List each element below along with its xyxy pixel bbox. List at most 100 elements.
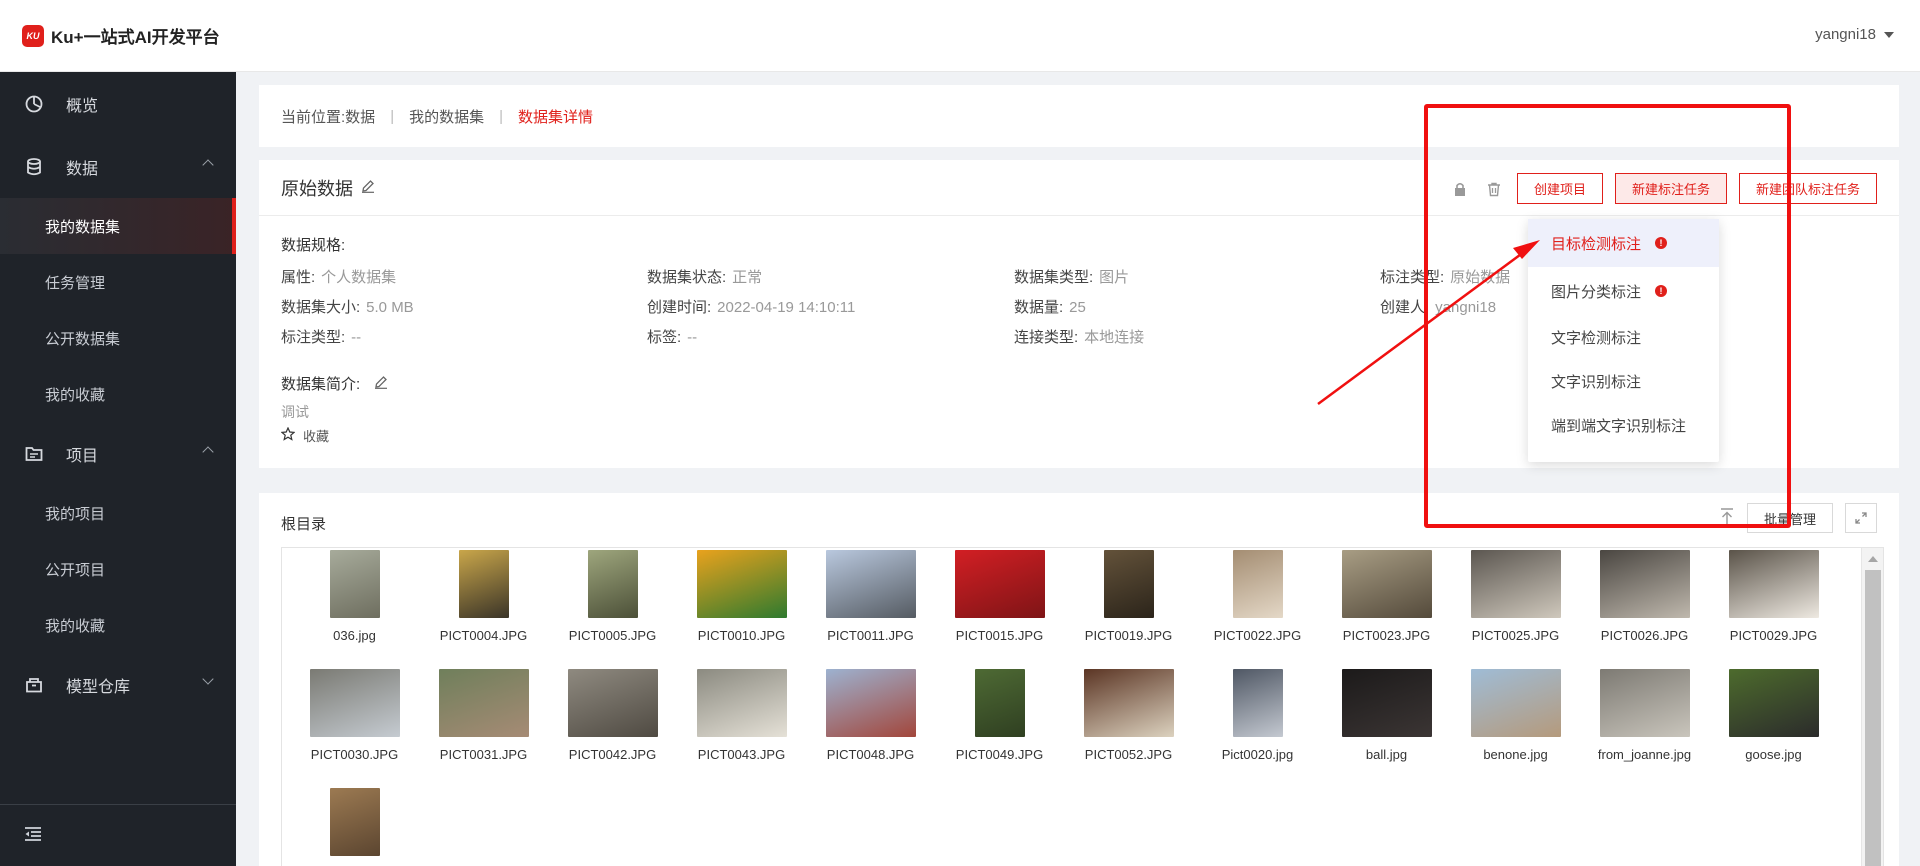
file-name: PICT0023.JPG xyxy=(1342,628,1431,643)
info-value: 5.0 MB xyxy=(366,299,414,316)
sidebar-item-task-management[interactable]: 任务管理 xyxy=(0,254,236,310)
file-thumbnail xyxy=(1341,550,1432,618)
app-title: Ku+一站式AI开发平台 xyxy=(51,28,220,47)
file-name: PICT0029.JPG xyxy=(1729,628,1818,643)
file-tile[interactable]: PICT0004.JPG xyxy=(419,548,548,667)
favorite-label: 收藏 xyxy=(303,429,330,444)
sidebar-item-project-favorites[interactable]: 我的收藏 xyxy=(0,597,236,653)
file-tile[interactable]: PICT0031.JPG xyxy=(419,667,548,786)
info-label: 数据量: xyxy=(1014,299,1064,316)
file-name: PICT0042.JPG xyxy=(568,747,657,762)
file-tile[interactable]: PICT0011.JPG xyxy=(806,548,935,667)
sidebar-group-data[interactable]: 数据 xyxy=(0,135,236,198)
file-tile[interactable]: PICT0019.JPG xyxy=(1064,548,1193,667)
model-icon xyxy=(24,675,44,695)
file-tile[interactable]: PICT0030.JPG xyxy=(290,667,419,786)
info-dataset-type: 数据集类型: 图片 xyxy=(1014,266,1129,287)
file-name: PICT0005.JPG xyxy=(568,628,657,643)
file-tile[interactable]: from_joanne.jpg xyxy=(1580,667,1709,786)
vertical-scrollbar[interactable] xyxy=(1861,548,1883,866)
scroll-up-arrow[interactable] xyxy=(1868,556,1878,562)
file-tile[interactable]: benone.jpg xyxy=(1451,667,1580,786)
file-tile[interactable]: PICT0015.JPG xyxy=(935,548,1064,667)
delete-icon[interactable] xyxy=(1483,178,1505,200)
file-tile[interactable]: PICT0005.JPG xyxy=(548,548,677,667)
breadcrumb-item-my-datasets[interactable]: 我的数据集 xyxy=(409,106,484,127)
sidebar-item-public-datasets[interactable]: 公开数据集 xyxy=(0,310,236,366)
file-tile[interactable] xyxy=(290,786,419,866)
sidebar-group-label: 模型仓库 xyxy=(66,678,131,696)
info-value: yangni18 xyxy=(1435,299,1497,316)
file-name: PICT0015.JPG xyxy=(955,628,1044,643)
sidebar-item-public-projects[interactable]: 公开项目 xyxy=(0,541,236,597)
file-thumbnail xyxy=(458,550,509,618)
file-tile[interactable]: PICT0042.JPG xyxy=(548,667,677,786)
sidebar-group-overview[interactable]: 概览 xyxy=(0,72,236,135)
menu-item-end-to-end-ocr[interactable]: 端到端文字识别标注 xyxy=(1528,403,1719,447)
file-tile[interactable]: PICT0052.JPG xyxy=(1064,667,1193,786)
files-actions: 批量管理 xyxy=(1719,503,1877,533)
top-bar: KU Ku+一站式AI开发平台 yangni18 xyxy=(0,0,1920,72)
menu-item-object-detection[interactable]: 目标检测标注 ! xyxy=(1528,219,1719,267)
file-tile[interactable]: 036.jpg xyxy=(290,548,419,667)
file-tile[interactable]: PICT0022.JPG xyxy=(1193,548,1322,667)
file-name: PICT0010.JPG xyxy=(697,628,786,643)
file-thumbnail xyxy=(1599,550,1690,618)
app-logo[interactable]: KU Ku+一站式AI开发平台 xyxy=(22,23,220,48)
chevron-up-icon xyxy=(202,446,214,458)
file-thumbnail xyxy=(954,550,1045,618)
info-label: 连接类型: xyxy=(1014,329,1079,346)
folder-icon xyxy=(24,444,44,464)
menu-item-text-recognition[interactable]: 文字识别标注 xyxy=(1528,359,1719,403)
edit-title-icon[interactable] xyxy=(361,177,375,198)
file-tile[interactable]: PICT0043.JPG xyxy=(677,667,806,786)
expand-button[interactable] xyxy=(1845,503,1877,533)
info-label: 创建时间: xyxy=(647,299,712,316)
file-tile[interactable]: PICT0023.JPG xyxy=(1322,548,1451,667)
menu-item-image-classification[interactable]: 图片分类标注 ! xyxy=(1528,267,1719,315)
new-label-task-button[interactable]: 新建标注任务 xyxy=(1614,173,1727,204)
sidebar-group-model-repo[interactable]: 模型仓库 xyxy=(0,653,236,716)
file-tile[interactable]: ball.jpg xyxy=(1322,667,1451,786)
favorite-toggle[interactable]: 收藏 xyxy=(280,426,330,445)
upload-icon[interactable] xyxy=(1719,507,1735,529)
file-name: from_joanne.jpg xyxy=(1597,747,1692,762)
sidebar-item-my-datasets[interactable]: 我的数据集 xyxy=(0,198,236,254)
file-name: PICT0022.JPG xyxy=(1213,628,1302,643)
file-tile[interactable]: PICT0048.JPG xyxy=(806,667,935,786)
info-label: 数据集状态: xyxy=(647,269,727,286)
sidebar-item-data-favorites[interactable]: 我的收藏 xyxy=(0,366,236,422)
file-tile[interactable]: PICT0026.JPG xyxy=(1580,548,1709,667)
scrollbar-thumb[interactable] xyxy=(1865,570,1881,866)
file-name: PICT0031.JPG xyxy=(439,747,528,762)
sidebar-group-projects[interactable]: 项目 xyxy=(0,422,236,485)
user-menu[interactable]: yangni18 xyxy=(1815,26,1894,43)
file-tile[interactable]: PICT0025.JPG xyxy=(1451,548,1580,667)
sidebar-item-my-projects[interactable]: 我的项目 xyxy=(0,485,236,541)
file-tile[interactable]: PICT0029.JPG xyxy=(1709,548,1838,667)
file-tile[interactable]: PICT0010.JPG xyxy=(677,548,806,667)
intro-title: 数据集简介: xyxy=(281,373,388,394)
lock-icon[interactable] xyxy=(1449,178,1471,200)
breadcrumb-prefix: 当前位置: xyxy=(281,108,346,126)
info-value: 原始数据 xyxy=(1450,269,1511,286)
file-thumbnail xyxy=(1470,669,1561,737)
sidebar-collapse-button[interactable] xyxy=(0,804,236,866)
create-project-button[interactable]: 创建项目 xyxy=(1516,173,1603,204)
file-name: ball.jpg xyxy=(1365,747,1408,762)
batch-manage-button[interactable]: 批量管理 xyxy=(1746,503,1833,533)
breadcrumb-item-data[interactable]: 数据 xyxy=(345,106,375,127)
file-name: PICT0030.JPG xyxy=(310,747,399,762)
file-tile[interactable]: goose.jpg xyxy=(1709,667,1838,786)
edit-intro-icon[interactable] xyxy=(374,375,388,393)
breadcrumb: 当前位置: 数据 | 我的数据集 | 数据集详情 xyxy=(259,85,1899,147)
file-name: Pict0020.jpg xyxy=(1221,747,1294,762)
file-name: benone.jpg xyxy=(1483,747,1548,762)
file-tile[interactable]: Pict0020.jpg xyxy=(1193,667,1322,786)
menu-item-text-detection[interactable]: 文字检测标注 xyxy=(1528,315,1719,359)
info-annotation-type: 标注类型: -- xyxy=(281,326,361,347)
file-thumbnail xyxy=(1083,669,1174,737)
file-thumbnail xyxy=(1341,669,1432,737)
file-tile[interactable]: PICT0049.JPG xyxy=(935,667,1064,786)
new-team-label-task-button[interactable]: 新建团队标注任务 xyxy=(1738,173,1877,204)
